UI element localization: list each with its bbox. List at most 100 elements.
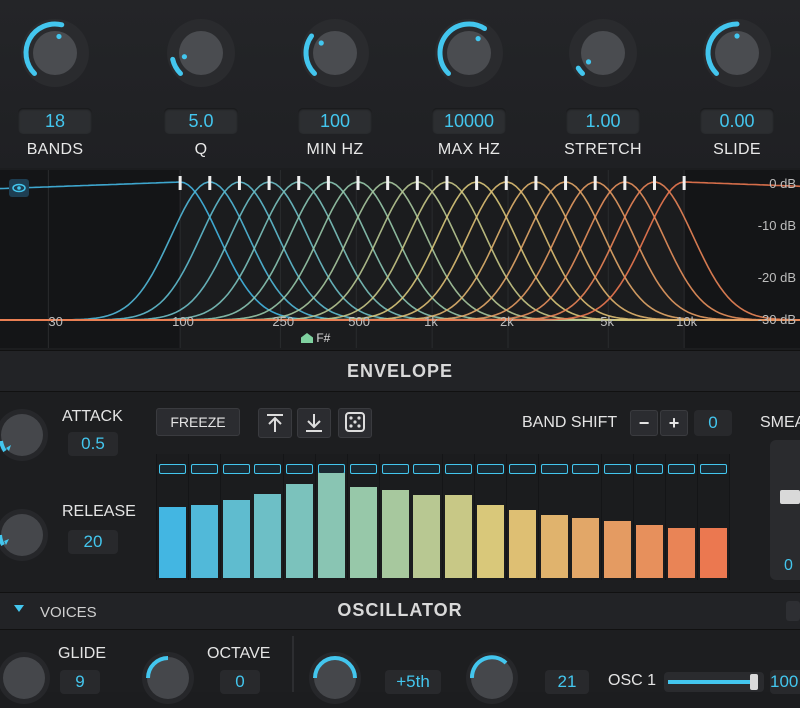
band-toggle[interactable] [413, 464, 441, 474]
band-level-bar[interactable] [445, 494, 473, 578]
band-level-bar[interactable] [508, 509, 536, 578]
band-toggle[interactable] [508, 464, 536, 474]
band-toggle[interactable] [540, 464, 568, 474]
knob-stretch[interactable] [568, 18, 638, 88]
band-level-bar[interactable] [190, 504, 218, 578]
freeze-button[interactable]: FREEZE [156, 408, 240, 436]
band-column[interactable] [411, 454, 443, 580]
band-toggle[interactable] [159, 464, 186, 474]
band-shift-minus-button[interactable]: − [630, 410, 658, 436]
band-level-bar[interactable] [254, 493, 282, 578]
octave-value[interactable]: 0 [220, 670, 260, 694]
band-toggle[interactable] [572, 464, 600, 474]
band-toggle[interactable] [477, 464, 504, 474]
attack-knob[interactable] [0, 405, 52, 465]
band-column[interactable] [602, 454, 634, 580]
band-column[interactable] [570, 454, 602, 580]
release-value[interactable]: 20 [68, 530, 118, 554]
band-column[interactable] [220, 454, 252, 580]
knob-max-hz[interactable] [434, 18, 504, 88]
band-toggle[interactable] [667, 464, 695, 474]
band-marker [475, 176, 479, 190]
band-level-bar[interactable] [636, 525, 663, 578]
band-level-bar[interactable] [540, 515, 568, 578]
band-column[interactable] [316, 454, 347, 580]
band-column[interactable] [697, 454, 729, 580]
param-value[interactable]: 0.00 [700, 108, 774, 134]
band-toggle[interactable] [349, 464, 377, 474]
osc1-value[interactable]: 100 [770, 670, 800, 694]
band-toggle[interactable] [190, 464, 218, 474]
band-level-bar[interactable] [604, 521, 632, 578]
smear-label: SMEA [760, 414, 800, 431]
band-column[interactable] [443, 454, 475, 580]
randomize-button[interactable] [338, 408, 372, 438]
band-column[interactable] [347, 454, 379, 580]
oscillator-power-button[interactable] [786, 601, 800, 621]
band-toggle[interactable] [254, 464, 282, 474]
band-toggle[interactable] [699, 464, 727, 474]
oscillator-title: OSCILLATOR [337, 600, 463, 620]
note-marker[interactable]: F# [301, 331, 330, 345]
band-level-bar[interactable] [699, 527, 727, 578]
freq-label: 1k [424, 314, 438, 329]
band-toggle[interactable] [381, 464, 409, 474]
band-column[interactable] [188, 454, 220, 580]
band-level-bar[interactable] [381, 489, 409, 578]
band-level-bar[interactable] [349, 487, 377, 578]
detune-value[interactable]: 21 [545, 670, 589, 694]
smear-slider-handle[interactable] [780, 490, 800, 504]
band-level-bar[interactable] [572, 517, 600, 578]
band-column[interactable] [475, 454, 506, 580]
param-value[interactable]: 10000 [432, 108, 506, 134]
band-column[interactable] [157, 454, 188, 580]
glide-knob[interactable] [138, 648, 198, 708]
band-shift-plus-button[interactable]: + [660, 410, 688, 436]
param-label: MAX HZ [437, 141, 501, 158]
db-label: 0 dB [769, 176, 796, 191]
voices-knob[interactable] [0, 648, 54, 708]
band-column[interactable] [506, 454, 538, 580]
attack-value[interactable]: 0.5 [68, 432, 118, 456]
band-column[interactable] [284, 454, 316, 580]
interval-knob[interactable] [305, 648, 365, 708]
band-column[interactable] [379, 454, 411, 580]
band-toggle[interactable] [445, 464, 473, 474]
detune-knob[interactable] [462, 648, 522, 708]
band-toggle[interactable] [604, 464, 632, 474]
band-level-bar[interactable] [477, 504, 504, 578]
band-level-bar[interactable] [413, 494, 441, 578]
band-column[interactable] [665, 454, 697, 580]
band-level-bar[interactable] [318, 473, 345, 578]
param-value[interactable]: 18 [18, 108, 92, 134]
eye-icon[interactable] [9, 179, 29, 197]
knob-q[interactable] [166, 18, 236, 88]
upload-button[interactable] [258, 408, 292, 438]
glide-value[interactable]: 9 [60, 670, 100, 694]
band-toggle[interactable] [286, 464, 314, 474]
band-level-bar[interactable] [222, 499, 250, 578]
band-column[interactable] [252, 454, 284, 580]
release-knob[interactable] [0, 505, 52, 565]
band-level-bar[interactable] [159, 507, 186, 578]
interval-value[interactable]: +5th [385, 670, 441, 694]
band-level-bar[interactable] [286, 483, 314, 578]
knob-min-hz[interactable] [300, 18, 370, 88]
band-shift-value[interactable]: 0 [694, 410, 732, 436]
osc1-level-slider[interactable] [664, 672, 764, 692]
note-label: F# [316, 331, 331, 345]
param-value[interactable]: 5.0 [164, 108, 238, 134]
knob-slide[interactable] [702, 18, 772, 88]
smear-value: 0 [784, 557, 793, 574]
dice-icon [345, 412, 365, 432]
band-toggle[interactable] [222, 464, 250, 474]
band-toggle[interactable] [636, 464, 663, 474]
band-column[interactable] [538, 454, 570, 580]
knob-bands[interactable] [20, 18, 90, 88]
param-value[interactable]: 100 [298, 108, 372, 134]
band-level-bar[interactable] [667, 527, 695, 578]
band-column[interactable] [634, 454, 665, 580]
param-value[interactable]: 1.00 [566, 108, 640, 134]
download-button[interactable] [297, 408, 331, 438]
band-envelope-bars[interactable] [156, 454, 730, 580]
